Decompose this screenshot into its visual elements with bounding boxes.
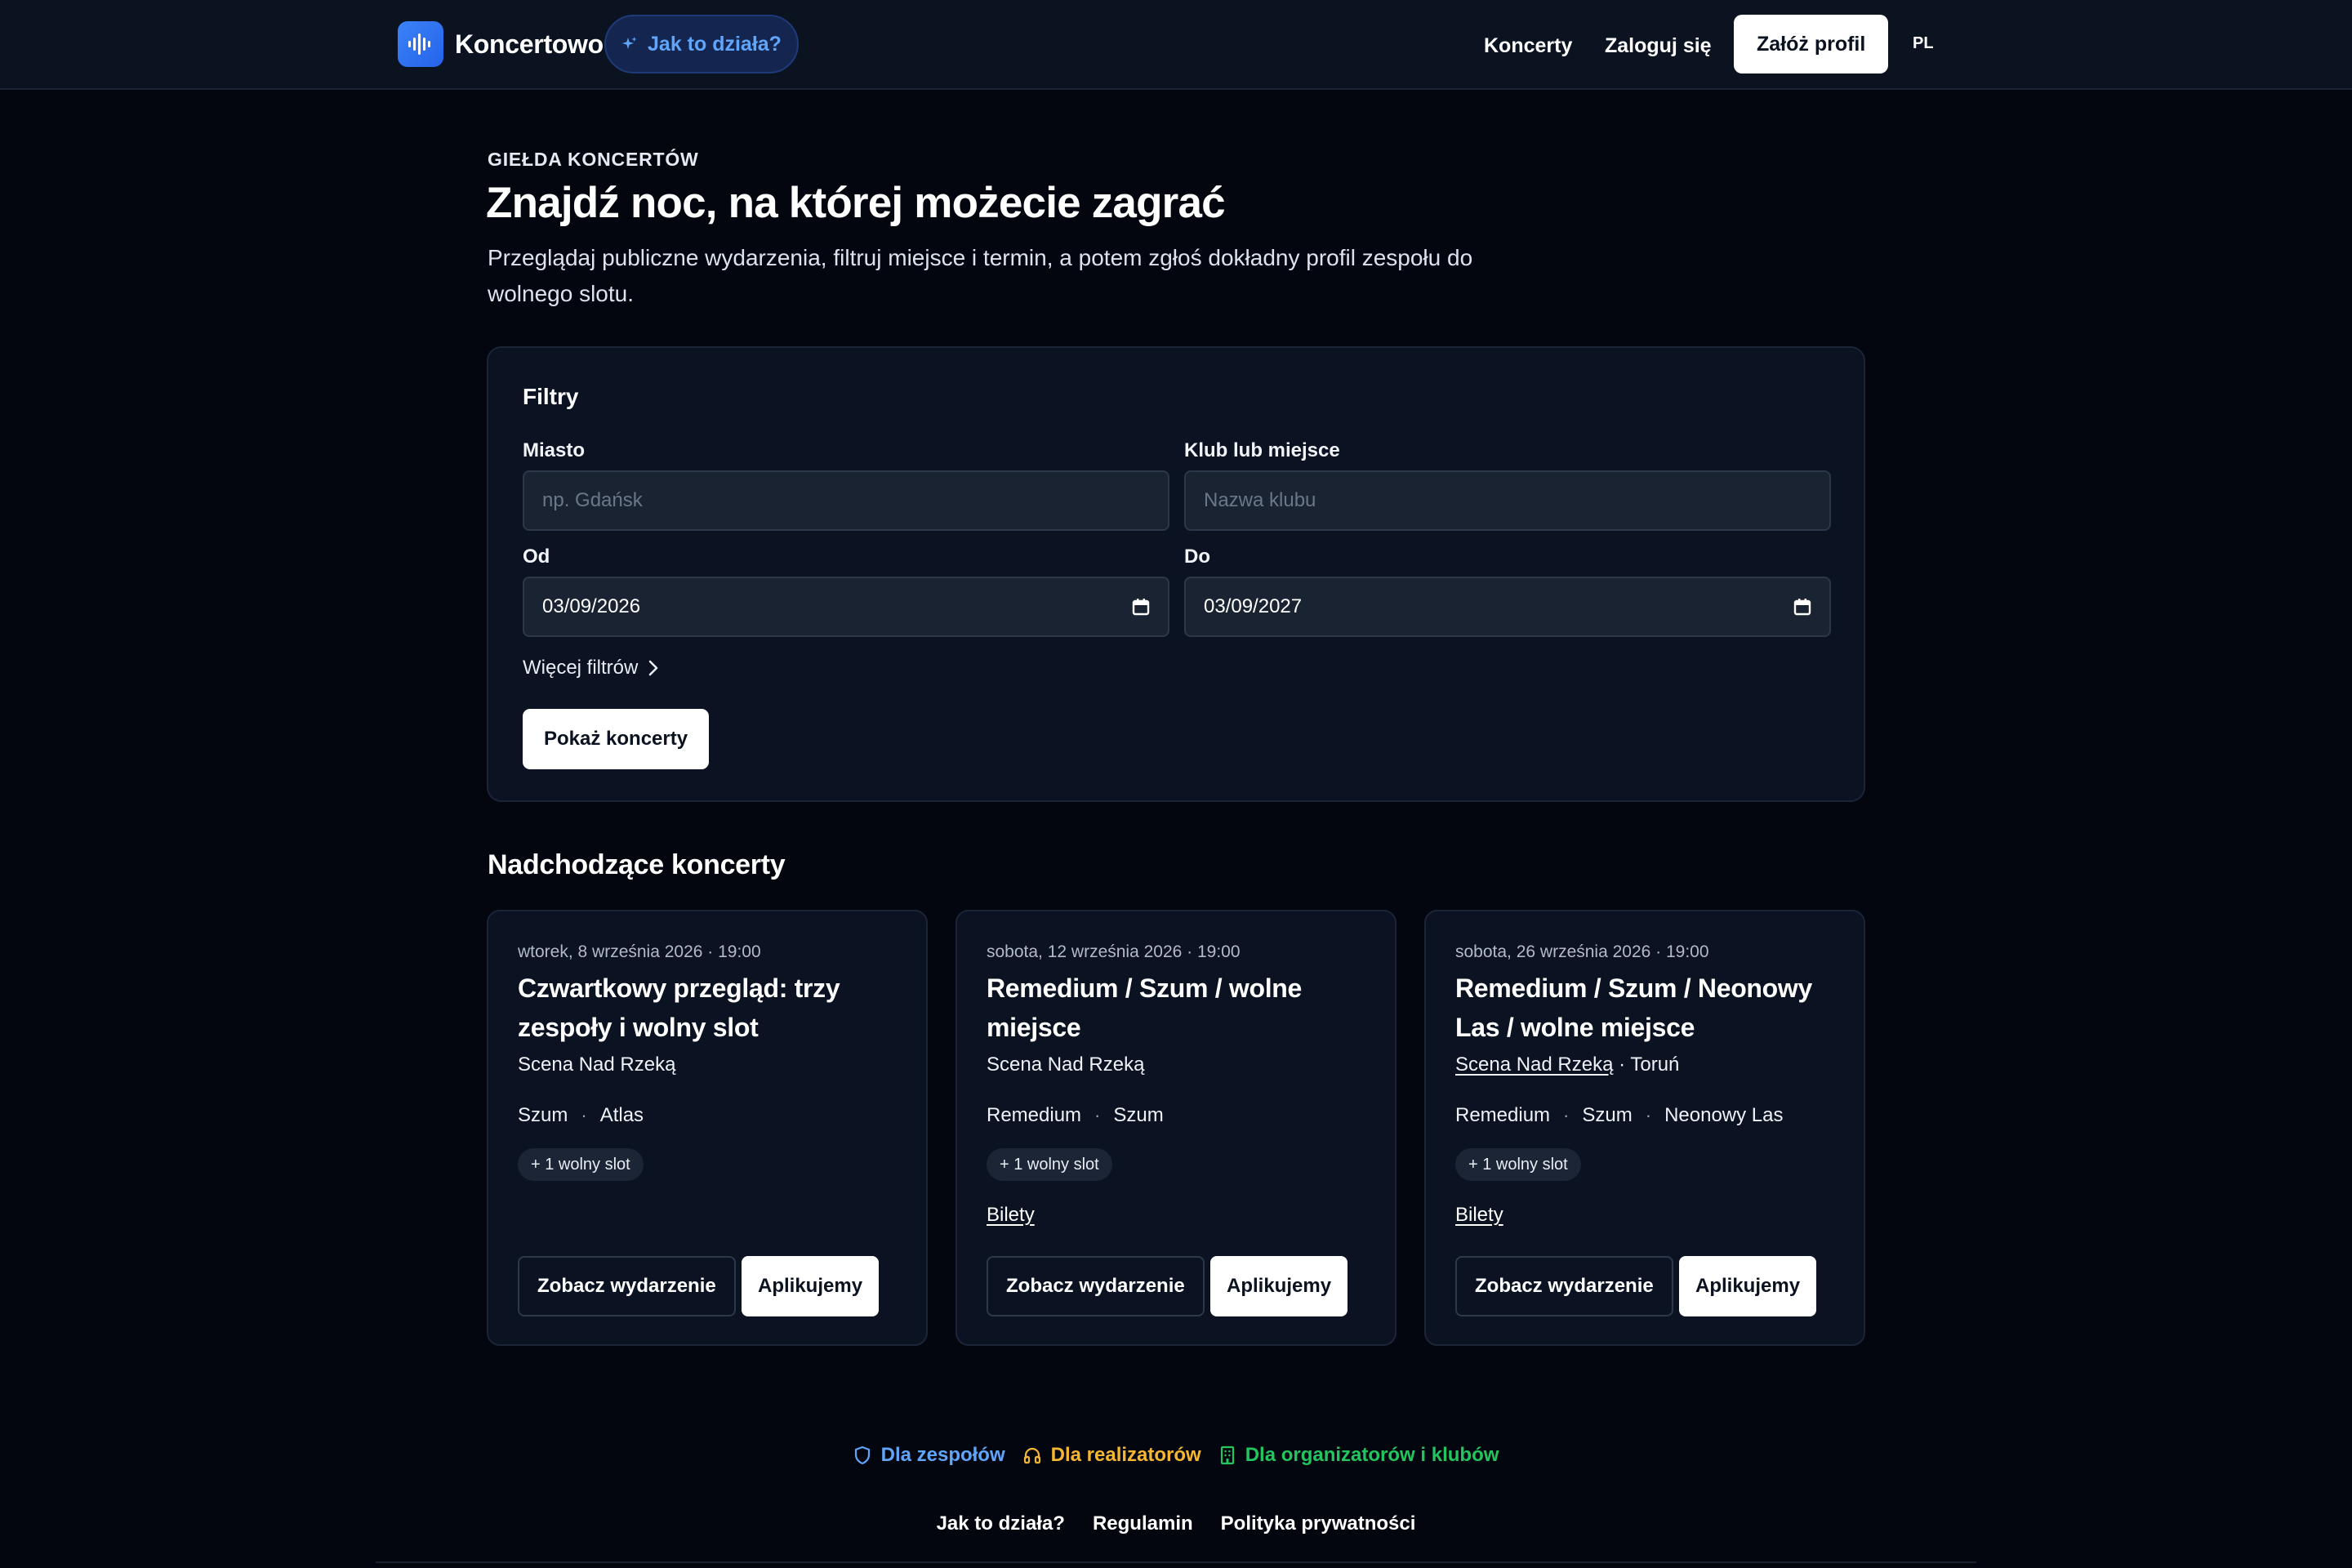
soundwave-logo-icon <box>398 21 443 67</box>
concert-venue: Scena Nad Rzeką · Toruń <box>1455 1054 1679 1076</box>
concert-card: sobota, 12 września 2026 · 19:00 Remediu… <box>956 910 1396 1346</box>
venue-name: Scena Nad Rzeką <box>518 1054 676 1076</box>
venue-link[interactable]: Scena Nad Rzeką <box>1455 1054 1613 1076</box>
free-slot-badge: + 1 wolny slot <box>987 1148 1112 1181</box>
page-lead: Przeglądaj publiczne wydarzenia, filtruj… <box>488 245 1473 306</box>
footer-link-privacy[interactable]: Polityka prywatności <box>1221 1512 1416 1535</box>
date-to-value: 03/09/2027 <box>1204 595 1303 617</box>
brand-link[interactable]: Koncertowo <box>398 21 604 67</box>
date-from-value: 03/09/2026 <box>542 595 641 617</box>
band-name: Neonowy Las <box>1664 1104 1784 1126</box>
signup-button[interactable]: Załóż profil <box>1734 15 1889 74</box>
audience-links: Dla zespołów Dla realizatorów Dla organi… <box>0 1444 2352 1467</box>
headphones-icon <box>1023 1447 1040 1464</box>
concert-card: wtorek, 8 września 2026 · 19:00 Czwartko… <box>487 910 928 1346</box>
date-from-label: Od <box>523 546 550 568</box>
nav-login[interactable]: Zaloguj się <box>1605 34 1712 58</box>
how-it-works-button[interactable]: Jak to działa? <box>604 15 799 74</box>
for-organizers-label: Dla organizatorów i klubów <box>1245 1444 1499 1466</box>
page-title: Znajdź noc, na której możecie zagrać <box>486 179 1226 227</box>
sparkles-icon <box>622 37 637 49</box>
for-organizers-link[interactable]: Dla organizatorów i klubów <box>1219 1444 1499 1467</box>
footer-link-how-it-works[interactable]: Jak to działa? <box>937 1512 1065 1535</box>
club-placeholder: Nazwa klubu <box>1204 489 1316 511</box>
view-event-button[interactable]: Zobacz wydarzenie <box>987 1256 1205 1316</box>
band-list: Remedium · Szum · Neonowy Las <box>1455 1104 1783 1127</box>
band-name: Remedium <box>987 1104 1082 1126</box>
top-navbar: Koncertowo Jak to działa? Koncerty Zalog… <box>0 0 2352 90</box>
brand-name: Koncertowo <box>455 29 604 59</box>
page-kicker: GIEŁDA KONCERTÓW <box>488 149 699 170</box>
for-engineers-label: Dla realizatorów <box>1050 1444 1201 1466</box>
concert-venue: Scena Nad Rzeką <box>987 1054 1144 1076</box>
venue-name: Scena Nad Rzeką <box>987 1054 1145 1076</box>
separator-dot: · <box>581 1105 587 1125</box>
band-name: Szum <box>1582 1104 1633 1126</box>
date-to-label: Do <box>1184 546 1210 568</box>
concert-card: sobota, 26 września 2026 · 19:00 Remediu… <box>1424 910 1865 1346</box>
concert-date: wtorek, 8 września 2026 · 19:00 <box>518 942 761 961</box>
upcoming-title: Nadchodzące koncerty <box>488 849 786 880</box>
tickets-link[interactable]: Bilety <box>1455 1204 1503 1227</box>
concert-date: sobota, 12 września 2026 · 19:00 <box>987 942 1241 961</box>
how-it-works-label: Jak to działa? <box>648 32 782 56</box>
for-bands-label: Dla zespołów <box>880 1444 1005 1466</box>
city-placeholder: np. Gdańsk <box>542 489 643 511</box>
apply-button[interactable]: Aplikujemy <box>1210 1256 1348 1316</box>
filters-panel: Filtry Miasto np. Gdańsk Klub lub miejsc… <box>487 346 1865 802</box>
club-input[interactable]: Nazwa klubu <box>1184 470 1831 531</box>
footer-link-terms[interactable]: Regulamin <box>1093 1512 1193 1535</box>
separator-dot: · <box>1094 1105 1101 1125</box>
calendar-icon[interactable] <box>1132 598 1150 616</box>
more-filters-label: Więcej filtrów <box>523 657 639 679</box>
separator-dot: · <box>1563 1105 1570 1125</box>
view-event-button[interactable]: Zobacz wydarzenie <box>518 1256 736 1316</box>
view-event-button[interactable]: Zobacz wydarzenie <box>1455 1256 1673 1316</box>
calendar-icon[interactable] <box>1793 598 1811 616</box>
concert-venue: Scena Nad Rzeką <box>518 1054 675 1076</box>
footer-links: Jak to działa? Regulamin Polityka prywat… <box>0 1512 2352 1535</box>
tickets-link[interactable]: Bilety <box>987 1204 1035 1227</box>
show-concerts-button[interactable]: Pokaż koncerty <box>523 709 710 769</box>
venue-city: · Toruń <box>1619 1054 1680 1076</box>
band-list: Remedium · Szum <box>987 1104 1164 1127</box>
apply-button[interactable]: Aplikujemy <box>1679 1256 1817 1316</box>
city-input[interactable]: np. Gdańsk <box>523 470 1169 531</box>
apply-button[interactable]: Aplikujemy <box>742 1256 880 1316</box>
more-filters-toggle[interactable]: Więcej filtrów <box>523 657 659 679</box>
concert-title: Remedium / Szum / wolne miejsce <box>987 973 1303 1042</box>
band-name: Szum <box>518 1104 568 1126</box>
free-slot-badge: + 1 wolny slot <box>1455 1148 1581 1181</box>
band-name: Szum <box>1113 1104 1164 1126</box>
separator-dot: · <box>1645 1105 1652 1125</box>
date-from-input[interactable]: 03/09/2026 <box>523 577 1169 637</box>
for-engineers-link[interactable]: Dla realizatorów <box>1023 1444 1201 1467</box>
building-icon <box>1220 1446 1234 1465</box>
shield-icon <box>854 1446 870 1465</box>
filters-title: Filtry <box>523 384 579 409</box>
date-to-input[interactable]: 03/09/2027 <box>1184 577 1831 637</box>
band-name: Atlas <box>599 1104 644 1126</box>
band-name: Remedium <box>1455 1104 1551 1126</box>
language-switch[interactable]: PL <box>1913 34 1934 53</box>
for-bands-link[interactable]: Dla zespołów <box>853 1444 1005 1467</box>
concert-date: sobota, 26 września 2026 · 19:00 <box>1455 942 1709 961</box>
footer-divider <box>376 1561 1976 1563</box>
free-slot-badge: + 1 wolny slot <box>518 1148 644 1181</box>
concert-title: Czwartkowy przegląd: trzy zespoły i woln… <box>518 973 840 1042</box>
city-label: Miasto <box>523 439 586 461</box>
chevron-right-icon <box>649 660 658 676</box>
club-label: Klub lub miejsce <box>1184 439 1340 461</box>
band-list: Szum · Atlas <box>518 1104 644 1127</box>
nav-concerts[interactable]: Koncerty <box>1484 34 1572 58</box>
concert-title: Remedium / Szum / Neonowy Las / wolne mi… <box>1455 973 1813 1042</box>
